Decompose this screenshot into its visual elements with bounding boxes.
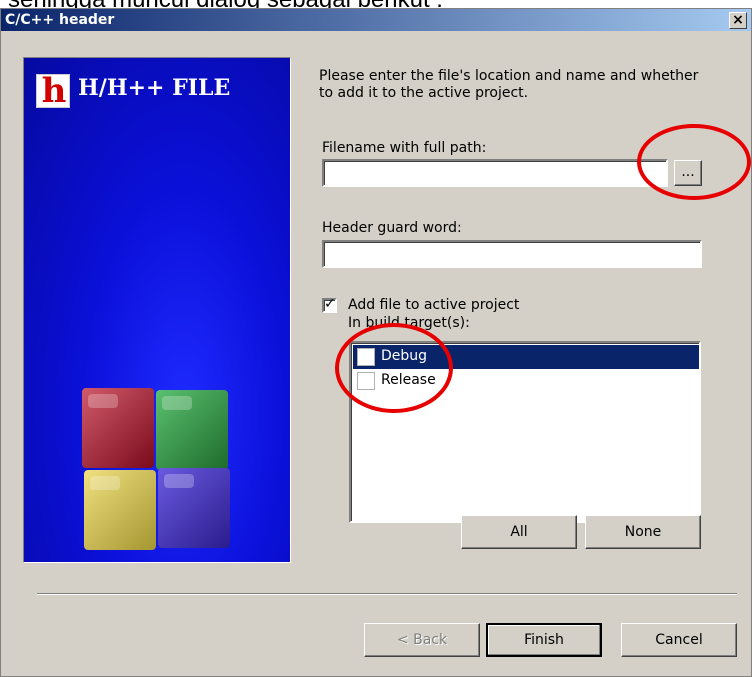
add-to-project-checkbox[interactable]: ✓ — [322, 296, 337, 313]
annotation-circle-browse — [637, 124, 751, 200]
window-title: C/C++ header — [5, 12, 115, 28]
yellow-cube-icon — [84, 470, 156, 550]
footer-separator — [37, 593, 737, 595]
filename-input[interactable] — [322, 159, 668, 187]
annotation-circle-targets — [335, 323, 453, 413]
purple-cube-icon — [158, 468, 230, 548]
header-file-logo-icon: h — [36, 71, 70, 111]
guard-word-input[interactable] — [322, 240, 702, 268]
green-cube-icon — [156, 390, 228, 470]
logo-text: H/H++ FILE — [78, 75, 231, 101]
red-cube-icon — [82, 388, 154, 468]
title-bar: C/C++ header × — [1, 9, 751, 31]
guard-label: Header guard word: — [322, 220, 462, 236]
select-none-button[interactable]: None — [585, 515, 701, 549]
check-icon: ✓ — [324, 296, 336, 312]
logo-letter: h — [41, 71, 67, 111]
wizard-image-panel: h H/H++ FILE — [23, 57, 291, 563]
dialog-window: C/C++ header × h H/H++ FILE Please enter… — [0, 8, 752, 677]
cancel-button[interactable]: Cancel — [621, 623, 737, 657]
back-button[interactable]: < Back — [364, 623, 480, 657]
select-all-button[interactable]: All — [461, 515, 577, 549]
add-to-project-label: Add file to active project — [348, 297, 520, 313]
filename-label: Filename with full path: — [322, 140, 487, 156]
finish-button[interactable]: Finish — [486, 623, 602, 657]
close-button[interactable]: × — [729, 12, 747, 29]
intro-text: Please enter the file's location and nam… — [319, 68, 699, 101]
